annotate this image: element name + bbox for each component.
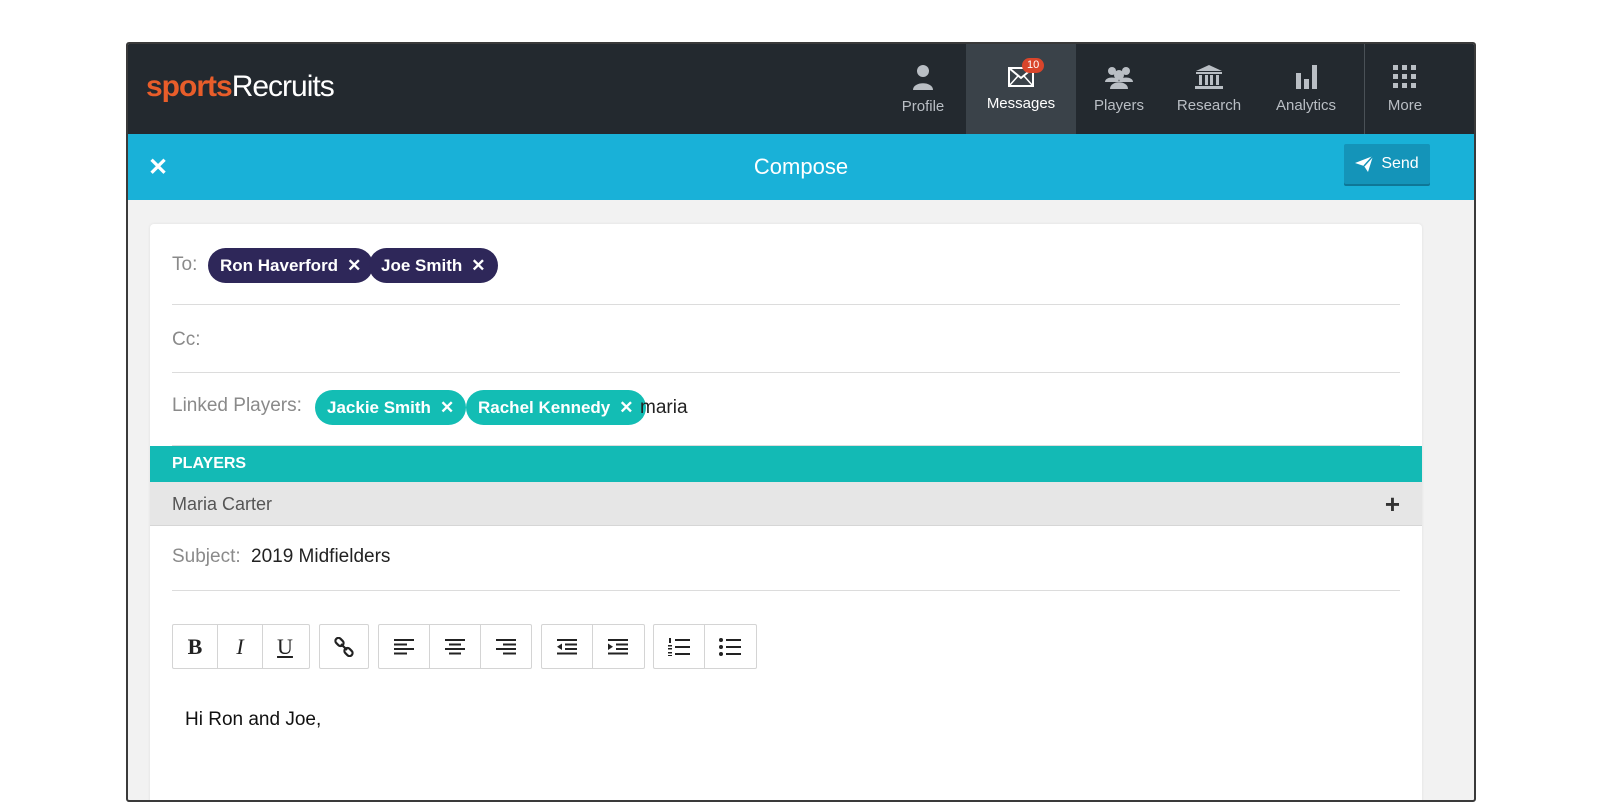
linked-players-label: Linked Players: <box>172 395 302 416</box>
remove-player-icon[interactable]: ✕ <box>619 398 633 418</box>
outdent-button[interactable] <box>542 625 593 668</box>
format-group-lists <box>653 624 757 669</box>
indent-button[interactable] <box>593 625 643 668</box>
recipient-name: Joe Smith <box>381 255 463 275</box>
cc-row[interactable]: Cc: <box>172 305 1400 373</box>
group-icon <box>1105 66 1133 89</box>
linked-player-name: Rachel Kennedy <box>478 397 611 417</box>
nav-item-profile[interactable]: Profile <box>883 44 963 134</box>
format-group-indent <box>541 624 645 669</box>
grid-icon <box>1393 64 1416 88</box>
logo-part-sports: sports <box>146 70 233 103</box>
unordered-list-icon <box>719 637 741 656</box>
page-title: Compose <box>753 154 849 179</box>
logo[interactable]: sportsRecruits <box>146 70 335 104</box>
send-label: Send <box>1381 155 1419 172</box>
logo-part-recruits: Recruits <box>231 70 335 103</box>
nav-label: Messages <box>986 94 1056 112</box>
align-left-icon <box>394 638 414 654</box>
bank-icon <box>1195 64 1223 89</box>
compose-card: To: Ron Haverford ✕ Joe Smith ✕ Cc: Linked… <box>150 224 1422 800</box>
outdent-icon <box>557 638 577 654</box>
remove-recipient-icon[interactable]: ✕ <box>347 256 361 276</box>
person-icon <box>913 64 933 90</box>
align-left-button[interactable] <box>379 625 430 668</box>
to-row: To: Ron Haverford ✕ Joe Smith ✕ <box>172 224 1400 305</box>
bold-button[interactable]: B <box>173 625 218 668</box>
link-icon <box>334 636 354 657</box>
format-group-link <box>319 624 369 669</box>
bar-chart-icon <box>1296 64 1317 89</box>
paper-plane-icon <box>1355 156 1374 172</box>
result-name: Maria Carter <box>172 494 273 514</box>
ordered-list-icon <box>668 637 690 656</box>
nav-label: Profile <box>901 97 945 115</box>
underline-button[interactable]: U <box>263 625 307 668</box>
app-window: sportsRecruits Profile 10 Messages Playe… <box>126 42 1476 802</box>
plus-icon[interactable]: + <box>1385 482 1400 526</box>
subject-label: Subject: <box>172 546 241 567</box>
nav-label: Analytics <box>1275 96 1337 114</box>
nav-item-players[interactable]: Players <box>1080 44 1158 134</box>
subject-row: Subject: 2019 Midfielders <box>172 526 1400 591</box>
linked-player-chip[interactable]: Rachel Kennedy ✕ <box>466 390 646 425</box>
message-body[interactable]: Hi Ron and Joe, <box>185 709 321 731</box>
to-label: To: <box>172 254 198 275</box>
format-group-align <box>378 624 532 669</box>
nav-divider <box>1364 44 1365 134</box>
send-button[interactable]: Send <box>1344 144 1430 184</box>
italic-button[interactable]: I <box>218 625 263 668</box>
align-center-icon <box>445 638 465 654</box>
align-center-button[interactable] <box>430 625 481 668</box>
linked-player-chip[interactable]: Jackie Smith ✕ <box>315 390 467 425</box>
ordered-list-button[interactable] <box>654 625 705 668</box>
top-navbar: sportsRecruits Profile 10 Messages Playe… <box>128 44 1474 134</box>
nav-item-research[interactable]: Research <box>1164 44 1254 134</box>
align-right-button[interactable] <box>481 625 531 668</box>
nav-label: More <box>1387 96 1423 114</box>
dropdown-section-header: PLAYERS <box>150 446 1422 482</box>
nav-item-messages[interactable]: 10 Messages <box>966 44 1076 134</box>
cc-label: Cc: <box>172 329 201 350</box>
recipient-chip[interactable]: Ron Haverford ✕ <box>208 248 374 283</box>
linked-players-row: Linked Players: Jackie Smith ✕ Rachel Ken… <box>172 373 1400 446</box>
recipient-name: Ron Haverford <box>220 255 339 275</box>
nav-label: Players <box>1093 96 1145 114</box>
format-group-text: B I U <box>172 624 310 669</box>
nav-item-analytics[interactable]: Analytics <box>1261 44 1351 134</box>
subject-input[interactable]: 2019 Midfielders <box>251 546 390 568</box>
indent-icon <box>608 638 628 654</box>
nav-label: Research <box>1176 96 1242 114</box>
recipient-chip[interactable]: Joe Smith ✕ <box>369 248 498 283</box>
compose-header: ✕ Compose Send <box>128 134 1474 200</box>
dropdown-result-item[interactable]: Maria Carter + <box>150 482 1422 526</box>
link-button[interactable] <box>320 625 368 668</box>
remove-recipient-icon[interactable]: ✕ <box>471 256 485 276</box>
remove-player-icon[interactable]: ✕ <box>440 398 454 418</box>
unread-badge: 10 <box>1022 58 1045 73</box>
linked-player-name: Jackie Smith <box>327 397 431 417</box>
unordered-list-button[interactable] <box>705 625 755 668</box>
align-right-icon <box>496 638 516 654</box>
nav-item-more[interactable]: More <box>1368 44 1442 134</box>
linked-players-input[interactable]: maria <box>640 397 688 419</box>
